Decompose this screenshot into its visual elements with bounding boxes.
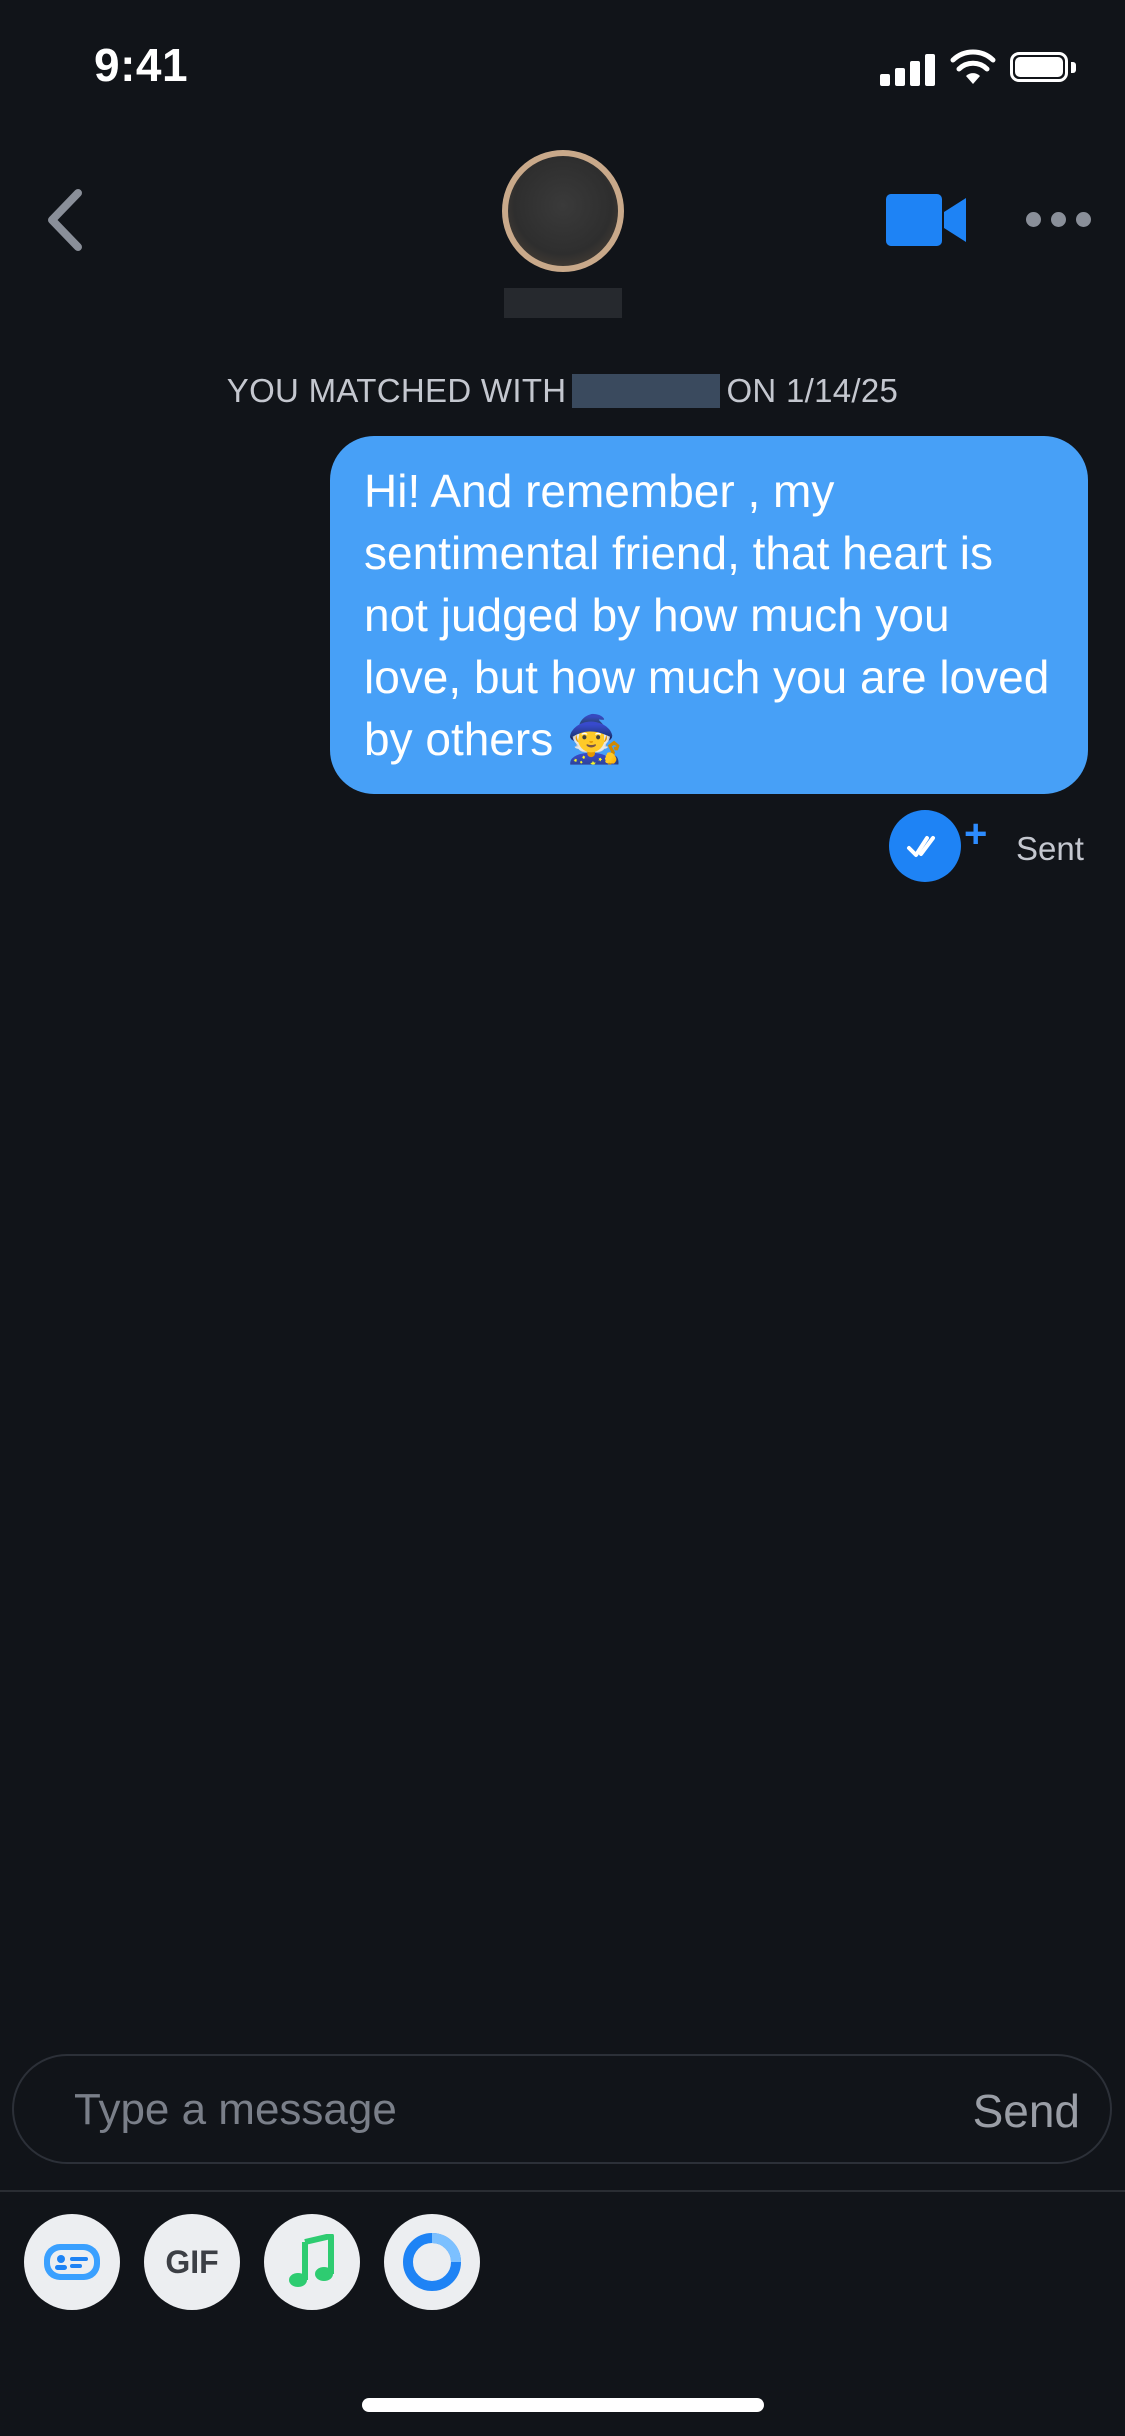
gif-icon: GIF bbox=[165, 2243, 219, 2280]
match-notice-prefix: YOU MATCHED WITH bbox=[226, 372, 567, 409]
cellular-signal-icon bbox=[880, 52, 936, 86]
message-bubble[interactable]: Hi! And remember , my sentimental friend… bbox=[330, 436, 1088, 794]
music-button[interactable] bbox=[264, 2214, 360, 2310]
divider bbox=[0, 2190, 1125, 2192]
avatar[interactable] bbox=[502, 150, 624, 272]
ring-icon bbox=[403, 2233, 461, 2291]
send-button[interactable]: Send bbox=[973, 2084, 1080, 2138]
video-call-button[interactable] bbox=[886, 194, 968, 246]
sticker-card-button[interactable] bbox=[24, 2214, 120, 2310]
message-composer: Send bbox=[12, 2054, 1112, 2164]
more-options-button[interactable] bbox=[1026, 206, 1092, 232]
wifi-icon bbox=[950, 49, 996, 84]
match-name-redacted bbox=[572, 374, 721, 408]
match-notice: YOU MATCHED WITH ON 1/14/25 bbox=[0, 372, 1125, 410]
home-indicator[interactable] bbox=[362, 2398, 764, 2412]
battery-icon bbox=[1010, 52, 1076, 84]
music-note-icon bbox=[289, 2234, 334, 2287]
double-check-icon bbox=[907, 836, 935, 857]
add-reaction-icon[interactable]: + bbox=[964, 812, 987, 857]
message-text: Hi! And remember , my sentimental friend… bbox=[364, 465, 1050, 765]
ring-button[interactable] bbox=[384, 2214, 480, 2310]
read-receipt-icon[interactable] bbox=[889, 810, 961, 882]
match-notice-date: ON 1/14/25 bbox=[726, 372, 899, 409]
gif-button[interactable]: GIF bbox=[144, 2214, 240, 2310]
message-input[interactable] bbox=[72, 2074, 876, 2146]
sticker-card-icon bbox=[44, 2244, 100, 2280]
status-time: 9:41 bbox=[94, 39, 189, 91]
message-status: Sent bbox=[1016, 830, 1084, 867]
match-name-redacted[interactable] bbox=[504, 288, 622, 318]
back-button[interactable] bbox=[40, 185, 92, 255]
